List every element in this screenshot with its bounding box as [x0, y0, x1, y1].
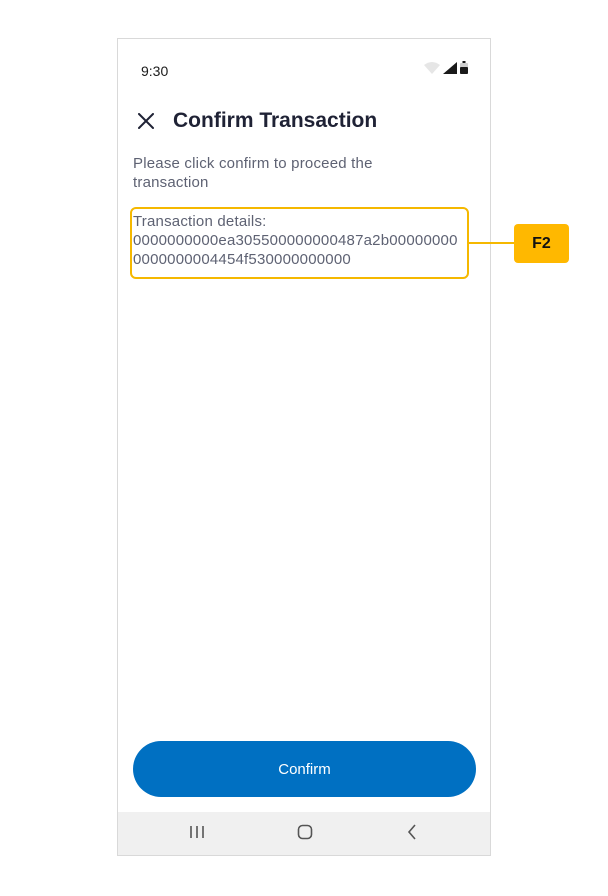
close-icon — [138, 112, 154, 134]
back-button[interactable] — [400, 822, 424, 846]
back-icon — [406, 823, 418, 845]
phone-screen: 9:30 Confirm Transaction Please click co… — [117, 38, 491, 856]
recents-button[interactable] — [185, 822, 209, 846]
annotation-connector — [468, 242, 514, 244]
recents-icon — [189, 825, 205, 844]
close-button[interactable] — [134, 111, 158, 135]
annotation-tag: F2 — [514, 224, 569, 263]
header: Confirm Transaction — [118, 103, 490, 143]
transaction-details-label: Transaction details: — [133, 213, 267, 230]
description-text: Please click confirm to proceed the tran… — [133, 155, 373, 191]
wifi-icon — [424, 61, 440, 79]
signal-icon — [443, 61, 457, 79]
status-bar: 9:30 — [118, 39, 490, 103]
status-icons — [424, 61, 468, 79]
home-button[interactable] — [293, 822, 317, 846]
transaction-details-value: 0000000000ea305500000000487a2b0000000000… — [133, 232, 458, 268]
battery-icon — [460, 61, 468, 79]
confirm-button[interactable]: Confirm — [133, 741, 476, 797]
navigation-bar — [118, 812, 490, 855]
page-title: Confirm Transaction — [173, 109, 378, 132]
status-time: 9:30 — [141, 63, 169, 79]
home-icon — [297, 824, 313, 845]
